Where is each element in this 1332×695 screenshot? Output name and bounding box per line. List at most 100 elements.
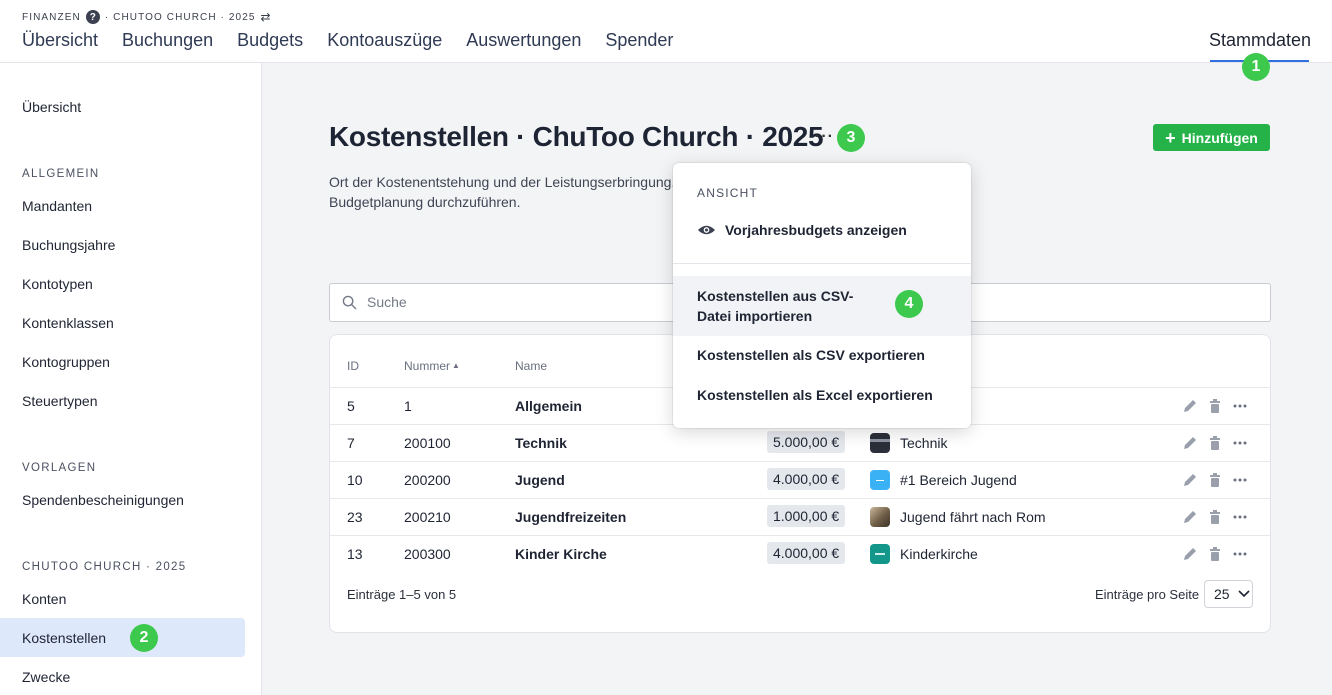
step-marker-1: 1 [1242,53,1270,81]
page-size-value: 25 [1214,586,1230,602]
edit-icon[interactable] [1182,398,1198,414]
cell-id: 10 [347,472,363,488]
nav-auswertungen[interactable]: Auswertungen [466,29,581,51]
nav-budgets[interactable]: Budgets [237,29,303,51]
delete-icon[interactable] [1207,509,1223,525]
delete-icon[interactable] [1207,435,1223,451]
sidebar-item-kontotypen[interactable]: Kontotypen [22,276,93,292]
pagination-summary: Einträge 1–5 von 5 [347,587,457,602]
switch-context-icon[interactable]: ⇄ [261,10,271,24]
column-header-id[interactable]: ID [347,359,359,373]
top-header: FINANZEN ? · CHUTOO CHURCH · 2025 ⇄ Über… [0,0,1332,63]
nav-buchungen[interactable]: Buchungen [122,29,213,51]
cell-name: Allgemein [515,398,582,414]
nav-kontoauszuege[interactable]: Kontoauszüge [327,29,442,51]
cell-name: Kinder Kirche [515,546,607,562]
sidebar-section-org: CHUTOO CHURCH · 2025 [22,561,187,573]
nav-spender[interactable]: Spender [605,29,673,51]
delete-icon[interactable] [1207,546,1223,562]
edit-icon[interactable] [1182,472,1198,488]
row-more-icon[interactable] [1232,509,1248,525]
menu-divider [673,263,971,264]
row-more-icon[interactable] [1232,435,1248,451]
row-more-icon[interactable] [1232,546,1248,562]
sidebar-item-mandanten[interactable]: Mandanten [22,198,92,214]
row-more-icon[interactable] [1232,472,1248,488]
delete-icon[interactable] [1207,398,1223,414]
account-image-icon [870,544,890,564]
edit-icon[interactable] [1182,509,1198,525]
menu-section-ansicht: ANSICHT [697,186,759,200]
cell-name: Technik [515,435,567,451]
breadcrumb: FINANZEN ? · CHUTOO CHURCH · 2025 ⇄ [22,10,271,24]
sidebar-item-kostenstellen[interactable]: Kostenstellen [22,630,106,646]
account-name: Jugend fährt nach Rom [900,509,1046,525]
sidebar-item-uebersicht[interactable]: Übersicht [22,99,81,115]
breadcrumb-section: FINANZEN [22,11,81,23]
chevron-down-icon [1238,590,1250,598]
cell-id: 7 [347,435,355,451]
add-button-label: Hinzufügen [1181,129,1258,146]
row-more-icon[interactable] [1232,398,1248,414]
more-options-button[interactable]: ··· [815,128,834,146]
table-row[interactable]: 10 200200 Jugend 4.000,00 € #1 Bereich J… [330,461,1270,498]
sidebar-item-kontenklassen[interactable]: Kontenklassen [22,315,114,331]
cell-number: 200300 [404,546,451,562]
search-icon [342,295,357,310]
sidebar-item-steuertypen[interactable]: Steuertypen [22,393,98,409]
page-title: Kostenstellen · ChuToo Church · 2025 [329,121,824,152]
budget-badge: 4.000,00 € [767,542,846,564]
account-image-icon [870,507,890,527]
menu-item-show-prev-budgets[interactable]: Vorjahresbudgets anzeigen [697,222,907,238]
table-row[interactable]: 7 200100 Technik 5.000,00 € Technik [330,424,1270,461]
page-size-select[interactable]: 25 [1204,580,1253,608]
sidebar-item-kontogruppen[interactable]: Kontogruppen [22,354,110,370]
search-placeholder: Suche [367,294,407,310]
edit-icon[interactable] [1182,435,1198,451]
cell-number: 1 [404,398,412,414]
sort-asc-icon: ▲ [452,361,460,370]
cell-id: 13 [347,546,363,562]
table-row[interactable]: 13 200300 Kinder Kirche 4.000,00 € Kinde… [330,535,1270,572]
budget-badge: 1.000,00 € [767,505,846,527]
menu-item-export-excel[interactable]: Kostenstellen als Excel exportieren [697,387,933,403]
breadcrumb-context: · CHUTOO CHURCH · 2025 [104,11,256,23]
cell-id: 23 [347,509,363,525]
cell-id: 5 [347,398,355,414]
column-header-nummer[interactable]: Nummer ▲ [404,359,460,373]
sidebar-item-zwecke[interactable]: Zwecke [22,669,70,685]
cell-number: 200200 [404,472,451,488]
nav-stammdaten[interactable]: Stammdaten [1209,29,1311,51]
cell-number: 200210 [404,509,451,525]
menu-item-export-csv[interactable]: Kostenstellen als CSV exportieren [697,347,925,363]
main-nav: Übersicht Buchungen Budgets Kontoauszüge… [22,29,697,51]
cell-name: Jugend [515,472,565,488]
nav-uebersicht[interactable]: Übersicht [22,29,98,51]
sidebar-item-spendenbescheinigungen[interactable]: Spendenbescheinigungen [22,492,184,508]
table-row[interactable]: 23 200210 Jugendfreizeiten 1.000,00 € Ju… [330,498,1270,535]
account-name: Kinderkirche [900,546,978,562]
plus-icon: + [1165,127,1176,148]
cell-number: 200100 [404,435,451,451]
menu-item-import-csv[interactable]: Kostenstellen aus CSV-Datei importieren [697,286,887,326]
delete-icon[interactable] [1207,472,1223,488]
step-marker-2: 2 [130,624,158,652]
more-options-menu: ANSICHT Vorjahresbudgets anzeigen Kosten… [673,163,971,428]
cell-name: Jugendfreizeiten [515,509,627,525]
sidebar-item-konten[interactable]: Konten [22,591,66,607]
account-image-icon [870,470,890,490]
add-button[interactable]: + Hinzufügen [1153,124,1270,151]
sidebar-item-buchungsjahre[interactable]: Buchungsjahre [22,237,115,253]
budget-badge: 4.000,00 € [767,468,846,490]
help-icon[interactable]: ? [85,10,100,24]
step-marker-3: 3 [837,124,865,152]
page-size-label: Einträge pro Seite [1095,587,1200,602]
account-name: #1 Bereich Jugend [900,472,1017,488]
eye-icon [697,225,716,235]
step-marker-4: 4 [895,290,923,318]
column-header-name[interactable]: Name [515,359,547,373]
sidebar: Übersicht ALLGEMEIN Mandanten Buchungsja… [0,63,262,695]
edit-icon[interactable] [1182,546,1198,562]
sidebar-section-vorlagen: VORLAGEN [22,462,97,474]
budget-badge: 5.000,00 € [767,431,846,453]
